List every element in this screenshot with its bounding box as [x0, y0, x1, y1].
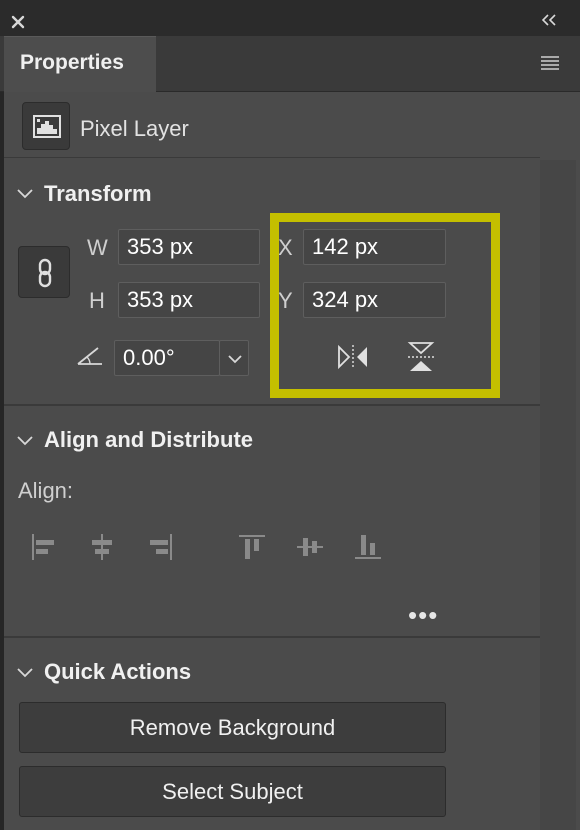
rotation-angle-field[interactable]: 0.00° — [114, 340, 220, 376]
panel-menu-icon[interactable] — [540, 55, 560, 71]
chevron-down-icon[interactable] — [16, 434, 34, 446]
tab-bar: Properties — [0, 36, 580, 92]
align-left-icon[interactable] — [30, 533, 58, 561]
remove-background-button[interactable]: Remove Background — [19, 702, 446, 753]
align-vertical-center-icon[interactable] — [296, 533, 324, 561]
width-label: W — [87, 235, 108, 260]
transform-section-title[interactable]: Transform — [44, 181, 152, 207]
position-highlight-box — [270, 213, 500, 398]
double-chevron-left-icon[interactable] — [540, 13, 558, 27]
height-field[interactable]: 353 px — [118, 282, 260, 318]
scrollbar-track[interactable] — [540, 160, 576, 830]
width-field[interactable]: 353 px — [118, 229, 260, 265]
link-dimensions-button[interactable] — [18, 246, 70, 298]
section-divider — [4, 636, 540, 638]
select-subject-button[interactable]: Select Subject — [19, 766, 446, 817]
layer-kind-row: Pixel Layer — [4, 92, 540, 158]
chevron-down-icon — [228, 355, 242, 364]
tab-properties[interactable]: Properties — [4, 36, 156, 92]
align-top-icon[interactable] — [238, 533, 266, 561]
panel-top-strip — [0, 0, 580, 36]
rotation-angle-dropdown[interactable] — [219, 340, 249, 376]
section-divider — [4, 404, 540, 406]
layer-kind-label: Pixel Layer — [80, 116, 189, 141]
align-horizontal-center-icon[interactable] — [88, 533, 116, 561]
align-right-icon[interactable] — [146, 533, 174, 561]
align-label: Align: — [18, 478, 74, 503]
chevron-down-icon[interactable] — [16, 666, 34, 678]
link-icon — [38, 258, 52, 288]
tab-properties-label: Properties — [20, 51, 124, 74]
more-options-button[interactable]: ••• — [408, 600, 438, 631]
close-icon[interactable] — [10, 14, 26, 30]
quick-actions-section-title[interactable]: Quick Actions — [44, 659, 191, 685]
chevron-down-icon[interactable] — [16, 187, 34, 199]
align-bottom-icon[interactable] — [354, 533, 382, 561]
angle-icon — [77, 347, 102, 365]
align-section-title[interactable]: Align and Distribute — [44, 427, 253, 453]
pixel-layer-icon — [22, 102, 70, 150]
height-label: H — [89, 288, 105, 313]
